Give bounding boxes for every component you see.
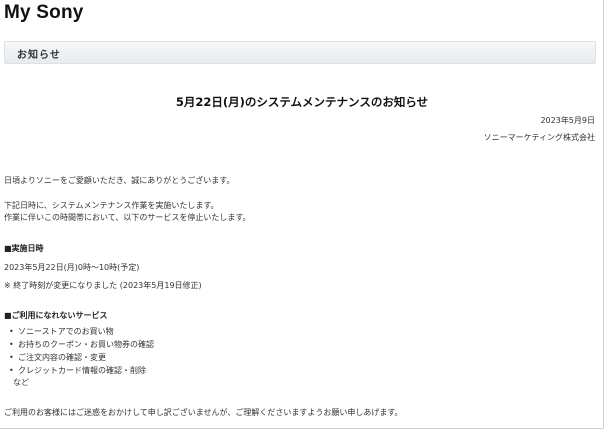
bullet-icon: • xyxy=(9,353,14,362)
notice-title: 5月22日(月)のシステムメンテナンスのお知らせ xyxy=(175,95,429,109)
bullet-icon: • xyxy=(9,340,14,349)
notice-company: ソニーマーケティング株式会社 xyxy=(483,133,595,142)
list-item: • ソニーストアでのお買い物 xyxy=(9,325,154,338)
greeting-text: 日頃よりソニーをご愛顧いただき、誠にありがとうございます。 xyxy=(4,176,235,185)
bullet-icon: • xyxy=(9,327,14,336)
section-title: お知らせ xyxy=(17,50,61,61)
service-label: お持ちのクーポン・お買い物券の確認 xyxy=(18,340,154,349)
schedule-value: 2023年5月22日(月)0時～10時(予定) xyxy=(4,263,140,272)
list-item: • クレジットカード情報の確認・削除 xyxy=(9,364,154,377)
service-label: ご注文内容の確認・変更 xyxy=(18,353,106,362)
notice-page: My Sony お知らせ 5月22日(月)のシステムメンテナンスのお知らせ 20… xyxy=(0,0,604,429)
notice-date: 2023年5月9日 xyxy=(540,116,595,125)
list-item: • お持ちのクーポン・お買い物券の確認 xyxy=(9,338,154,351)
brand-logo[interactable]: My Sony xyxy=(4,2,84,24)
service-label: ソニーストアでのお買い物 xyxy=(18,327,114,336)
services-list: • ソニーストアでのお買い物 • お持ちのクーポン・お買い物券の確認 • ご注文内容の… xyxy=(9,325,154,377)
bullet-icon: • xyxy=(9,366,14,375)
schedule-heading: ■実施日時 xyxy=(4,244,44,253)
intro-text-1: 下記日時に、システムメンテナンス作業を実施いたします。 xyxy=(4,201,219,210)
service-label: クレジットカード情報の確認・削除 xyxy=(18,366,146,375)
intro-text-2: 作業に伴いこの時間帯において、以下のサービスを停止いたします。 xyxy=(4,213,251,222)
schedule-note: ※ 終了時刻が変更になりました (2023年5月19日修正) xyxy=(4,281,202,290)
services-etc: など xyxy=(13,378,29,387)
closing-text: ご利用のお客様にはご迷惑をおかけして申し訳ございませんが、ご理解くださいますよう… xyxy=(4,408,403,417)
services-heading: ■ご利用になれないサービス xyxy=(4,311,108,320)
section-header: お知らせ xyxy=(4,41,596,64)
list-item: • ご注文内容の確認・変更 xyxy=(9,351,154,364)
